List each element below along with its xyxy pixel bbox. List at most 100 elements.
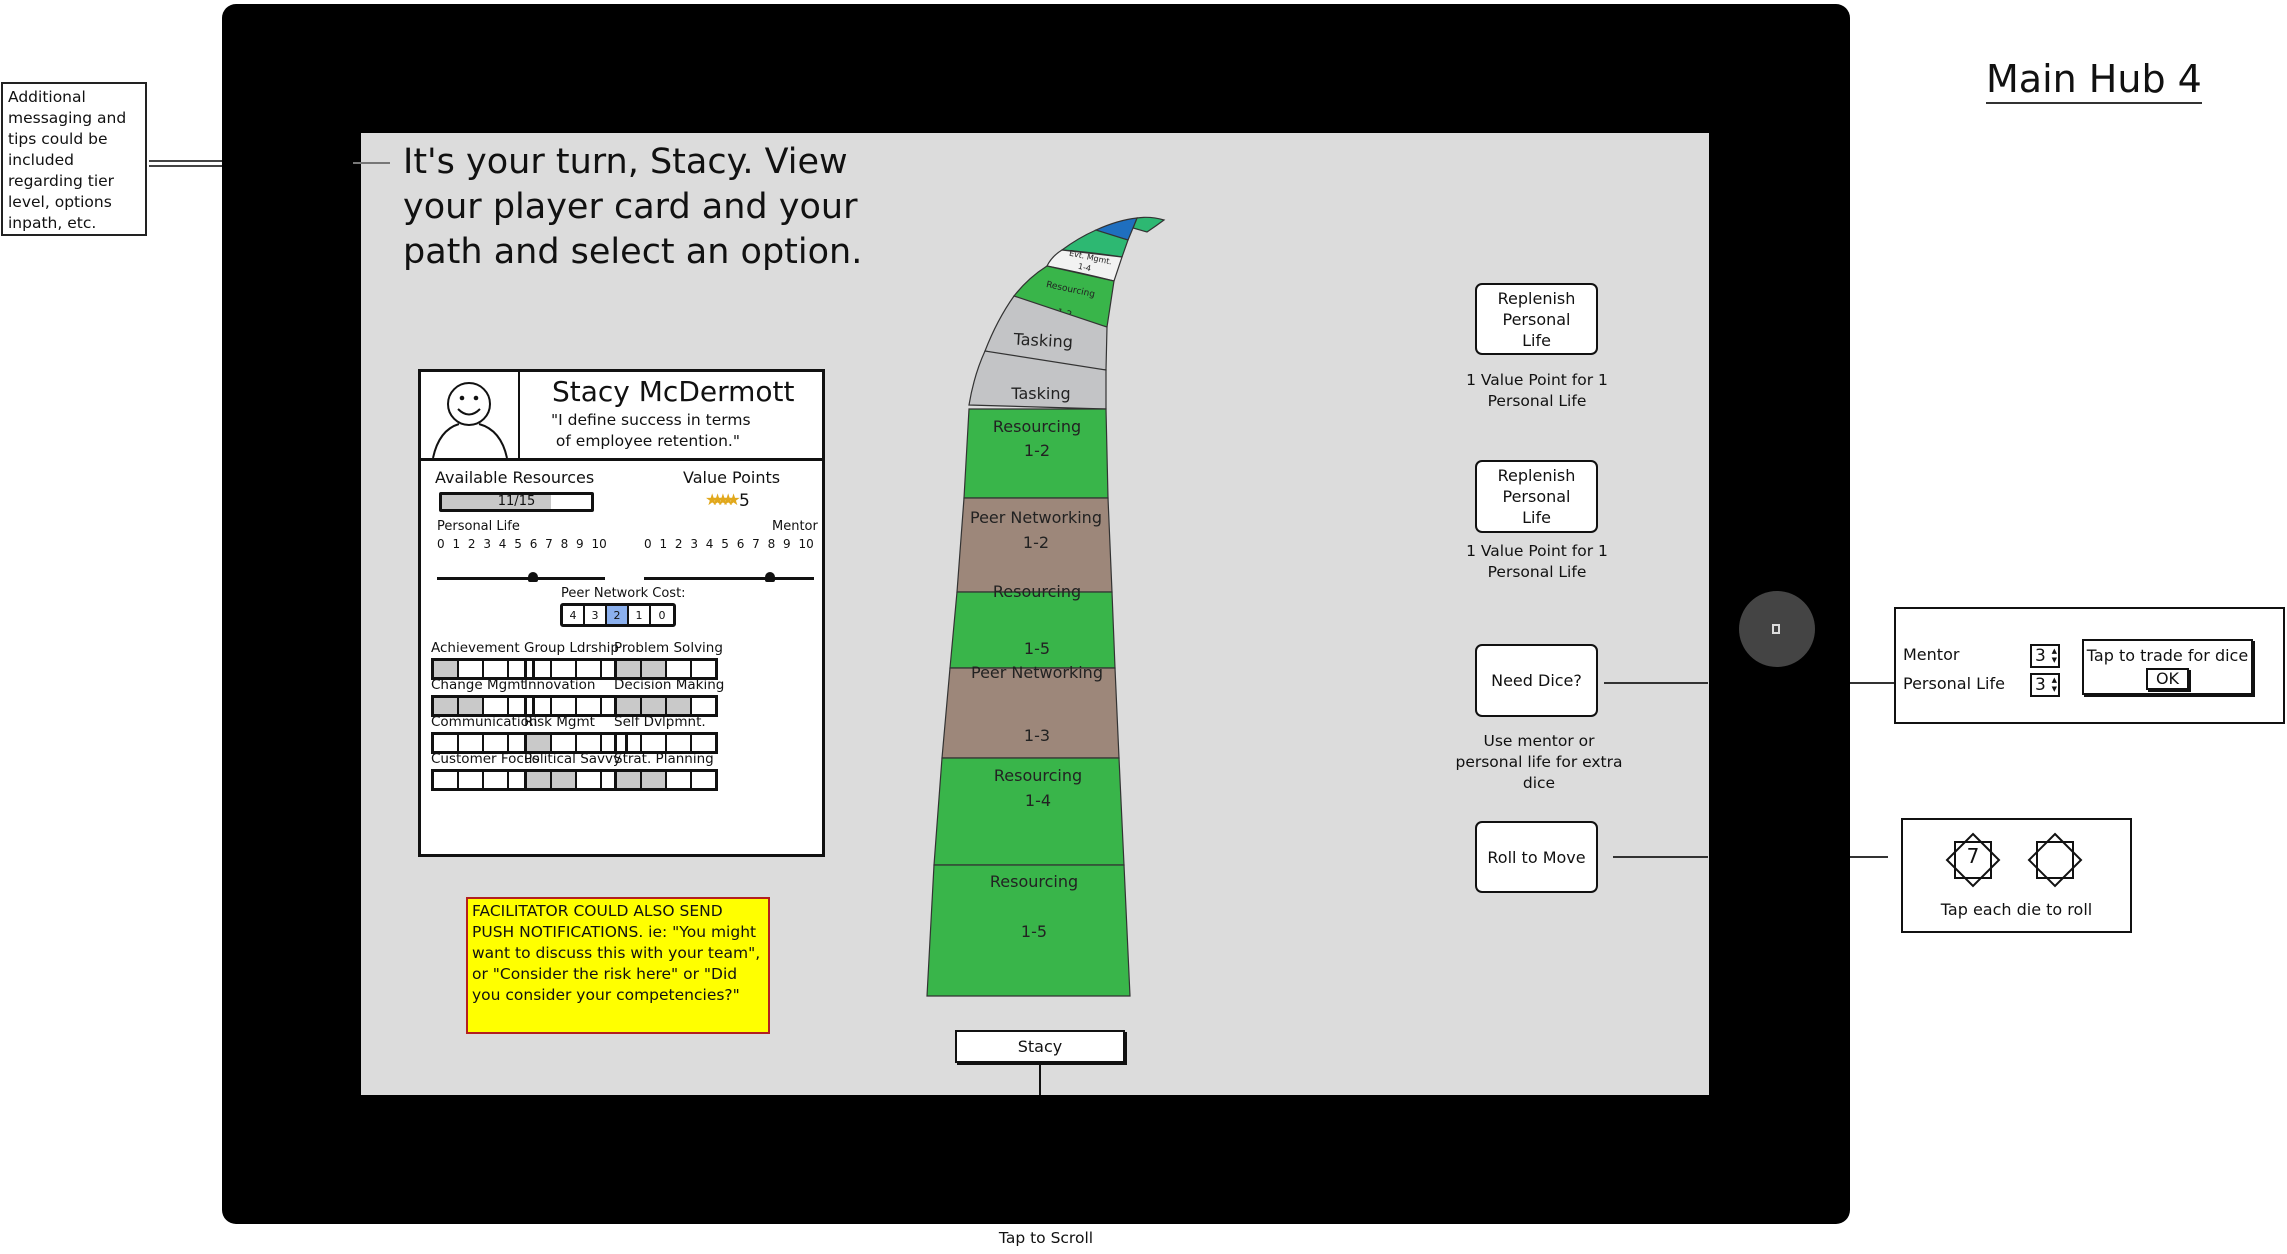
- path-tile-label: Resourcing: [990, 872, 1078, 891]
- tap-to-scroll-note: Tap to Scroll: [998, 1229, 1094, 1247]
- peer-network-cost-option[interactable]: 2: [607, 606, 629, 624]
- competency-label: Achievement: [431, 640, 520, 656]
- roll-connector: [1613, 856, 1708, 858]
- competency-cell: [434, 661, 459, 677]
- competency-risk-mgmt: Risk Mgmt: [524, 714, 628, 754]
- stepper-arrows-icon[interactable]: ▲ ▼: [2052, 647, 2057, 665]
- competency-cell: [527, 661, 552, 677]
- path-tile-label: Resourcing: [993, 582, 1081, 601]
- peer-network-cost-selector[interactable]: 43210: [560, 603, 676, 627]
- player-card-header: Stacy McDermott "I define success in ter…: [421, 372, 822, 461]
- available-resources-label: Available Resources: [435, 468, 595, 487]
- replenish-personal-life-button-1[interactable]: Replenish Personal Life: [1475, 283, 1598, 355]
- competency-cell: [642, 735, 667, 751]
- trade-for-dice-box[interactable]: Tap to trade for dice OK: [2082, 639, 2253, 695]
- path-tile-range: 1-3: [1024, 726, 1050, 745]
- roll-to-move-button[interactable]: Roll to Move: [1475, 821, 1598, 893]
- avatar: [421, 372, 520, 459]
- competency-meter: [431, 769, 535, 791]
- ok-button[interactable]: OK: [2145, 668, 2190, 690]
- competency-political-savvy: Political Savvy: [524, 751, 628, 791]
- smiley-person-icon: [432, 382, 508, 459]
- die-2-icon[interactable]: [2027, 832, 2083, 888]
- path-tile-range: 1-5: [1021, 922, 1047, 941]
- competency-cell: [484, 735, 509, 751]
- player-name: Stacy McDermott: [552, 375, 795, 408]
- competency-cell: [484, 661, 509, 677]
- competency-group-ldrship: Group Ldrship: [524, 640, 628, 680]
- competency-label: Self Dvlpmnt.: [614, 714, 706, 730]
- competency-cell: [667, 772, 692, 788]
- trade-personal-life-label: Personal Life: [1903, 674, 2005, 693]
- die-1-value: 7: [1966, 844, 1980, 868]
- competency-cell: [577, 735, 602, 751]
- player-card[interactable]: Stacy McDermott "I define success in ter…: [418, 369, 825, 857]
- competency-change-mgmt: Change Mgmt: [431, 677, 535, 717]
- mentor-label: Mentor: [772, 519, 818, 534]
- competency-meter: [614, 769, 718, 791]
- competency-label: Communication: [431, 714, 538, 730]
- competency-label: Customer Focus: [431, 751, 540, 767]
- need-dice-connector: [1850, 682, 1894, 684]
- player-marker-stacy[interactable]: Stacy: [955, 1030, 1125, 1063]
- competency-cell: [617, 735, 642, 751]
- competency-cell: [527, 735, 552, 751]
- replenish-1-caption: 1 Value Point for 1 Personal Life: [1466, 371, 1608, 410]
- competency-cell: [459, 698, 484, 714]
- competency-decision-making: Decision Making: [614, 677, 725, 717]
- headline-connector: [353, 162, 390, 164]
- trade-text: Tap to trade for dice: [2086, 646, 2249, 665]
- path-tile-label: Peer Networking: [970, 508, 1102, 527]
- competency-cell: [459, 735, 484, 751]
- available-resources-bar: 11/15: [439, 492, 594, 512]
- mentor-scale: 0 1 2 3 4 5 6 7 8 9 10: [644, 537, 814, 551]
- path-tile-label: Tasking: [1010, 384, 1070, 403]
- personal-life-stepper-value: 3: [2035, 675, 2046, 695]
- competency-cell: [667, 661, 692, 677]
- player-quote: "I define success in terms of employee r…: [551, 411, 751, 450]
- path-tile-label: Tasking: [1012, 329, 1073, 351]
- home-square-icon: [1772, 624, 1780, 634]
- competency-cell: [484, 772, 509, 788]
- mentor-stepper[interactable]: 3 ▲ ▼: [2030, 644, 2060, 668]
- competency-label: Change Mgmt: [431, 677, 526, 693]
- personal-life-stepper[interactable]: 3 ▲ ▼: [2030, 673, 2060, 697]
- peer-network-cost-label: Peer Network Cost:: [561, 586, 686, 601]
- available-resources-value: 11/15: [497, 494, 536, 509]
- competency-label: Decision Making: [614, 677, 725, 693]
- competency-label: Risk Mgmt: [524, 714, 595, 730]
- competency-achievement: Achievement: [431, 640, 535, 680]
- competency-cell: [552, 735, 577, 751]
- replenish-1-label: Replenish Personal Life: [1497, 288, 1576, 350]
- need-dice-label: Need Dice?: [1491, 671, 1582, 690]
- competency-strat-planning: Strat. Planning: [614, 751, 718, 791]
- value-points-label: Value Points: [683, 468, 781, 487]
- stepper-arrows-icon[interactable]: ▲ ▼: [2052, 676, 2057, 694]
- mentor-slider-track[interactable]: [644, 577, 814, 580]
- replenish-personal-life-button-2[interactable]: Replenish Personal Life: [1475, 460, 1598, 533]
- roll-to-move-label: Roll to Move: [1487, 847, 1586, 867]
- peer-network-cost-option[interactable]: 4: [563, 606, 585, 624]
- competency-cell: [642, 661, 667, 677]
- competency-cell: [692, 735, 715, 751]
- competency-cell: [459, 772, 484, 788]
- peer-network-cost-option[interactable]: 0: [651, 606, 673, 624]
- competency-problem-solving: Problem Solving: [614, 640, 723, 680]
- peer-network-cost-option[interactable]: 1: [629, 606, 651, 624]
- value-points-count: 5: [739, 491, 750, 511]
- tablet-home-button[interactable]: [1739, 591, 1815, 667]
- marker-connector: [1039, 1063, 1041, 1095]
- competency-cell: [527, 698, 552, 714]
- need-dice-button[interactable]: Need Dice?: [1475, 644, 1598, 717]
- personal-life-slider-thumb[interactable]: [528, 572, 538, 582]
- competency-cell: [577, 772, 602, 788]
- personal-life-slider-track[interactable]: [437, 577, 605, 580]
- need-dice-caption: Use mentor or personal life for extra di…: [1455, 732, 1623, 792]
- competency-cell: [577, 661, 602, 677]
- mentor-stepper-value: 3: [2035, 646, 2046, 666]
- peer-network-cost-option[interactable]: 3: [585, 606, 607, 624]
- path-tile[interactable]: [1132, 216, 1166, 233]
- mentor-slider-thumb[interactable]: [765, 572, 775, 582]
- turn-headline: It's your turn, Stacy. View your player …: [403, 142, 863, 272]
- competency-label: Strat. Planning: [614, 751, 714, 767]
